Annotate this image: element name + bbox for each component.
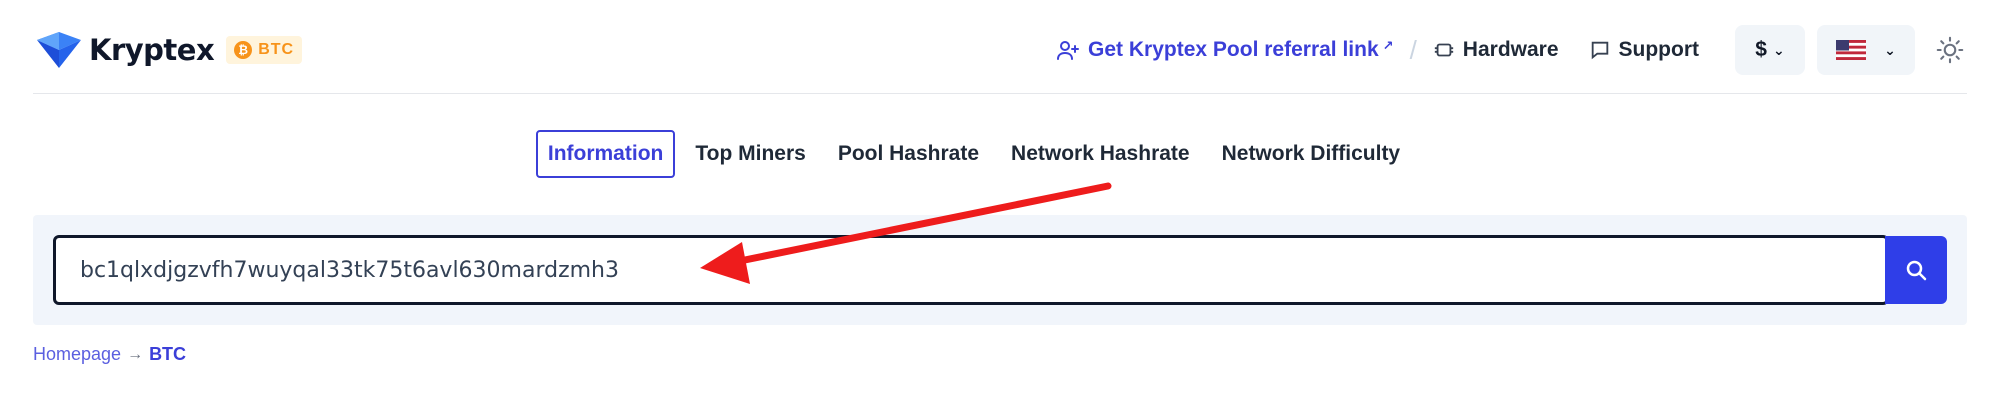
- theme-toggle[interactable]: [1933, 33, 1967, 67]
- stats-tabs: Information Top Miners Pool Hashrate Net…: [0, 130, 2000, 178]
- brand-name: Kryptex: [89, 33, 215, 67]
- top-header: Kryptex ₿ BTC Get Kryptex Pool referral …: [33, 0, 1967, 94]
- referral-link[interactable]: Get Kryptex Pool referral link ↗: [1056, 38, 1394, 62]
- hardware-label: Hardware: [1462, 38, 1559, 61]
- coin-badge-label: BTC: [258, 41, 295, 58]
- breadcrumb: Homepage → BTC: [33, 344, 186, 365]
- header-nav: Get Kryptex Pool referral link ↗ / Hardw…: [1056, 24, 1967, 76]
- nav-separator: /: [1409, 34, 1417, 65]
- external-link-icon: ↗: [1382, 38, 1394, 53]
- search-icon: [1906, 260, 1927, 281]
- bitcoin-icon: ₿: [234, 41, 253, 59]
- us-flag-icon: [1836, 40, 1867, 60]
- support-label: Support: [1618, 38, 1699, 61]
- chip-icon: [1434, 43, 1453, 57]
- tab-information[interactable]: Information: [535, 130, 676, 178]
- currency-selector[interactable]: $ ⌄: [1735, 25, 1805, 75]
- chat-icon: [1591, 41, 1608, 60]
- referral-link-label: Get Kryptex Pool referral link: [1088, 38, 1379, 61]
- chevron-down-icon: ⌄: [1772, 41, 1785, 58]
- currency-value: $: [1755, 38, 1767, 61]
- chevron-down-icon: ⌄: [1884, 41, 1896, 58]
- sun-icon: [1936, 36, 1964, 64]
- breadcrumb-separator: →: [127, 345, 144, 363]
- coin-badge: ₿ BTC: [226, 36, 303, 64]
- search-panel: [33, 215, 1967, 325]
- tab-top-miners[interactable]: Top Miners: [683, 130, 817, 178]
- breadcrumb-current[interactable]: BTC: [149, 344, 186, 365]
- wallet-search-input[interactable]: [53, 235, 1889, 305]
- hardware-link[interactable]: Hardware: [1433, 38, 1559, 62]
- tab-network-hashrate[interactable]: Network Hashrate: [999, 130, 1202, 178]
- support-link[interactable]: Support: [1589, 38, 1699, 62]
- kryptex-logo[interactable]: Kryptex ₿ BTC: [33, 30, 303, 70]
- breadcrumb-homepage[interactable]: Homepage: [33, 344, 121, 365]
- add-user-icon: [1057, 41, 1080, 60]
- language-selector[interactable]: ⌄: [1817, 25, 1915, 75]
- tab-pool-hashrate[interactable]: Pool Hashrate: [826, 130, 991, 178]
- search-button[interactable]: [1885, 236, 1947, 304]
- tab-network-difficulty[interactable]: Network Difficulty: [1210, 130, 1413, 178]
- kryptex-logo-icon: [37, 32, 81, 68]
